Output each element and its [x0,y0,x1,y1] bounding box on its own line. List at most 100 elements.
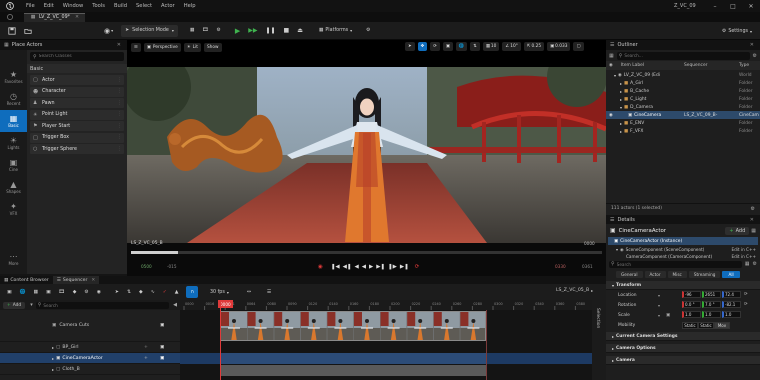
view-options-icon[interactable]: ⚙ [751,206,755,212]
mode-more[interactable]: ⋯ More [0,248,27,270]
mobility-stationary-button[interactable]: Static [698,322,714,329]
details-search-field[interactable]: ⚲ [609,260,742,268]
menu-build[interactable]: Build [114,3,127,9]
render-icon[interactable]: ▦ [30,286,43,298]
track-search-field[interactable]: ⚲ [35,301,170,309]
step-forward-icon[interactable]: ❚▶ [388,264,397,270]
play-options-button[interactable]: ▶▶ [244,25,261,37]
close-icon[interactable]: ✕ [742,3,760,10]
source-control-button[interactable]: ⚙ [362,25,374,37]
camera-cut-section[interactable] [220,311,486,341]
tab-close-icon[interactable]: ✕ [75,15,79,20]
column-item-label[interactable]: Item Label [621,63,644,68]
place-item-pawn[interactable]: ♟ Pawn ⋮ [30,98,124,108]
component-row[interactable]: CameraComponent (CameraComponent) Edit i… [606,253,760,259]
cinecamera-section-bar[interactable] [220,353,486,364]
transform-section-header[interactable]: ▾ Transform [606,281,760,290]
tab-general[interactable]: General [616,270,643,278]
mode-recent[interactable]: ◷ Recent [0,88,27,110]
outliner-search-input[interactable] [624,53,705,58]
keyframe-icon[interactable]: ◆ [135,286,147,298]
world-local-button[interactable]: 🌐 [455,42,468,51]
search-classes-field[interactable]: ⚲ [30,52,124,61]
settings-gear-icon[interactable]: ⚙ [80,286,92,298]
column-sequencer[interactable]: Sequencer [684,63,707,68]
place-item-trigger-sphere[interactable]: ○ Trigger Sphere ⋮ [30,144,124,154]
menu-help[interactable]: Help [184,3,196,9]
track-camera-cuts[interactable]: ▣ Camera Cuts ▣ [0,310,180,342]
grid-snap-button[interactable]: ▦ 10 [482,42,500,51]
outliner-row-folder[interactable]: ▾ ■ D_Camera Folder [606,103,760,111]
location-dropdown-icon[interactable]: ▾ [658,293,660,298]
track-cloth-b[interactable]: ▸ ▢ Cloth_B [0,364,180,375]
save-button[interactable] [4,25,20,37]
rotation-x-field[interactable]: 0.0 ° [682,301,701,308]
lock-icon[interactable]: ▣ [666,313,670,318]
scale-y-field[interactable]: 1.0 [702,311,721,318]
outliner-row-folder[interactable]: ▸ ■ A_Girl Folder [606,79,760,87]
scale-x-field[interactable]: 1.0 [682,311,701,318]
menu-select[interactable]: Select [136,3,152,9]
scale-tool-button[interactable]: ▣ [442,42,453,51]
place-item-trigger-box[interactable]: □ Trigger Box ⋮ [30,132,124,143]
menu-window[interactable]: Window [63,3,83,9]
tab-content-browser[interactable]: ▦ Content Browser [0,276,53,284]
location-z-field[interactable]: 72.4 [722,291,741,298]
edit-in-cpp-link[interactable]: Edit in C++ [731,247,756,252]
mobility-movable-button[interactable]: Mov [714,322,730,329]
surface-snap-button[interactable]: ⇅ [470,42,480,51]
outliner-row-folder[interactable]: ▸ ■ E_ENV Folder [606,119,760,127]
scale-snap-button[interactable]: ⇱ 0.25 [523,42,545,51]
selection-sidebar[interactable]: Selection [592,300,606,380]
component-instance-row[interactable]: ▣ CineCameraActor (Instance) [608,237,758,245]
snap-toggle-button[interactable]: ∩ [186,286,198,298]
select-tool-button[interactable]: ➤ [405,42,415,51]
selection-mode-dropdown[interactable]: ➤ Selection Mode ▾ [121,24,178,37]
auto-key-icon[interactable]: ◉ [93,286,105,298]
blueprint-icon[interactable]: ▦ [751,228,756,234]
tab-all[interactable]: All [722,270,740,278]
curve-icon[interactable]: ∿ [147,286,159,298]
track-options-icon[interactable]: ▣ [160,345,164,350]
outliner-row-cinecamera[interactable]: ◉ ▣ CineCamera LS_Z_VC_09_B- CineCam [606,111,760,119]
platforms-dropdown[interactable]: ▦ Platforms ▾ [315,25,356,37]
stop-button[interactable]: ■ [280,25,294,37]
menu-edit[interactable]: Edit [44,3,54,9]
sequence-name[interactable]: LS_Z_VC_05_B [556,288,589,293]
scale-dropdown-icon[interactable]: ▾ [658,313,660,318]
tab-actor[interactable]: Actor [644,270,666,278]
panel-close-icon[interactable]: ✕ [117,42,121,48]
track-cinecamera-actor[interactable]: ▸ ▣ CineCameraActor + ▣ [0,353,180,364]
jump-end-icon[interactable]: ▶❚ [400,264,409,270]
place-item-point-light[interactable]: ☀ Point Light ⋮ [30,109,124,120]
next-key-icon[interactable]: ▶❚ [376,264,385,270]
key-icon[interactable]: ◆ [69,286,81,298]
sequencer-timeline[interactable]: 0000001600410064008000900120014001600180… [180,300,592,380]
play-reverse-icon[interactable]: ◀ [362,264,366,270]
camera-icon[interactable]: ▣ [42,286,55,298]
play-icon[interactable]: ▶ [369,264,373,270]
tab-streaming[interactable]: Streaming [688,270,721,278]
modes-dropdown-button[interactable]: ◉ ▾ [100,25,117,37]
component-row[interactable]: ▾ ◉ SceneComponent (SceneComponent) Edit… [606,245,760,253]
current-camera-settings-header[interactable]: ▸ Current Camera Settings [606,332,760,341]
place-item-player-start[interactable]: ⚑ Player Start ⋮ [30,121,124,131]
step-back-icon[interactable]: ◀❚ [343,264,352,270]
camera-options-header[interactable]: ▸ Camera Options [606,344,760,353]
track-camera-toggle-icon[interactable]: ▣ [160,356,164,361]
scrub-track[interactable] [131,251,602,254]
mode-cine[interactable]: ▣ Cine [0,154,27,176]
browse-content-button[interactable] [20,25,36,37]
play-button[interactable]: ▶ [231,25,244,37]
outliner-row-folder[interactable]: ▸ ■ C_Light Folder [606,95,760,103]
marker-icon[interactable]: ▲ [171,286,183,298]
visibility-eye-icon[interactable]: ◉ [609,113,613,118]
prev-key-icon[interactable]: ◀ [355,264,359,270]
fps-dropdown[interactable]: 30 fps ▾ [206,286,233,298]
place-actors-tab[interactable]: ▦ Place Actors ✕ [0,40,127,50]
move-tool-button[interactable]: ✥ [417,42,428,51]
camera-section-header[interactable]: ▸ Camera [606,356,760,365]
settings-gear-icon[interactable]: ⚙ [753,53,757,59]
mobility-static-button[interactable]: Static [682,322,698,329]
actor-name[interactable]: CineCameraActor [619,228,666,234]
